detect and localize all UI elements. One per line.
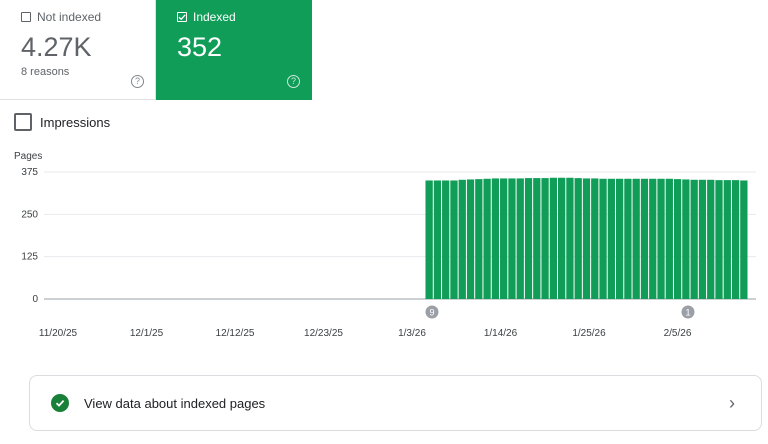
bar[interactable] <box>615 178 624 299</box>
bar[interactable] <box>731 180 740 299</box>
x-tick-label: 2/5/26 <box>664 328 692 339</box>
bar[interactable] <box>591 178 599 299</box>
x-tick-label: 12/1/25 <box>130 328 164 339</box>
y-tick-label: 375 <box>21 167 38 178</box>
bar[interactable] <box>491 178 500 299</box>
annotation-label: 9 <box>429 308 434 318</box>
not-indexed-card[interactable]: Not indexed 4.27K 8 reasons ? <box>0 0 156 100</box>
x-tick-label: 12/12/25 <box>216 328 255 339</box>
bar[interactable] <box>574 178 582 299</box>
bar[interactable] <box>657 178 665 299</box>
bar[interactable] <box>665 178 673 299</box>
bar[interactable] <box>524 178 533 299</box>
bar[interactable] <box>475 179 483 299</box>
indexed-header: Indexed <box>177 10 236 24</box>
check-circle-icon <box>51 394 69 412</box>
not-indexed-header: Not indexed <box>21 10 101 24</box>
bar[interactable] <box>682 179 690 299</box>
bar[interactable] <box>723 180 731 299</box>
bar[interactable] <box>566 177 574 299</box>
not-indexed-value: 4.27K <box>21 32 92 62</box>
bar[interactable] <box>549 177 558 299</box>
bar[interactable] <box>632 178 640 299</box>
bar[interactable] <box>500 178 508 299</box>
annotation-label: 1 <box>685 308 690 318</box>
indexed-pages-chart: 0 125 250 375 11/20/25 12/1/25 12/12/25 12/23/… <box>21 167 756 339</box>
bar[interactable] <box>516 178 524 299</box>
bar[interactable] <box>442 180 450 299</box>
x-tick-label: 1/3/26 <box>398 328 426 339</box>
bar[interactable] <box>607 178 615 299</box>
indexed-checkbox[interactable] <box>177 12 187 22</box>
indexed-card[interactable]: Indexed 352 ? <box>156 0 312 100</box>
bar[interactable] <box>690 179 698 299</box>
x-tick-label: 11/20/25 <box>39 328 78 339</box>
bar[interactable] <box>466 179 475 299</box>
help-icon[interactable]: ? <box>287 75 300 88</box>
not-indexed-checkbox[interactable] <box>21 12 31 22</box>
bar[interactable] <box>425 180 433 299</box>
y-tick-label: 250 <box>21 209 38 220</box>
y-tick-label: 125 <box>21 252 38 263</box>
annotation-marker[interactable]: 1 <box>681 305 695 319</box>
not-indexed-label: Not indexed <box>37 10 102 24</box>
not-indexed-reasons: 8 reasons <box>21 66 70 78</box>
bar[interactable] <box>558 177 566 299</box>
bar[interactable] <box>624 178 632 299</box>
x-tick-label: 1/14/26 <box>484 328 518 339</box>
bar[interactable] <box>508 178 516 299</box>
bar[interactable] <box>582 178 591 299</box>
bar[interactable] <box>599 178 607 299</box>
bar[interactable] <box>649 178 657 299</box>
check-icon <box>178 14 186 21</box>
annotation-marker[interactable]: 9 <box>425 305 439 319</box>
bar[interactable] <box>698 179 707 299</box>
x-tick-label: 1/25/26 <box>572 328 606 339</box>
impressions-toggle[interactable]: Impressions <box>14 113 110 131</box>
x-tick-label: 12/23/25 <box>304 328 343 339</box>
bar[interactable] <box>483 178 491 299</box>
impressions-label: Impressions <box>40 114 111 130</box>
indexed-value: 352 <box>177 32 223 62</box>
bar[interactable] <box>673 179 682 299</box>
chevron-right-icon: › <box>729 392 735 413</box>
bar[interactable] <box>450 180 458 299</box>
help-icon[interactable]: ? <box>131 75 144 88</box>
view-indexed-pages-label: View data about indexed pages <box>84 395 266 411</box>
bar[interactable] <box>541 178 549 299</box>
indexed-label: Indexed <box>193 10 236 24</box>
bar[interactable] <box>640 178 649 299</box>
bar[interactable] <box>458 179 466 299</box>
bar[interactable] <box>715 180 723 299</box>
bar[interactable] <box>533 178 541 299</box>
bar[interactable] <box>740 180 748 299</box>
bar[interactable] <box>707 179 715 299</box>
view-indexed-pages-link[interactable]: View data about indexed pages › <box>29 375 762 431</box>
y-tick-label: 0 <box>32 294 38 305</box>
bar[interactable] <box>433 180 442 299</box>
impressions-checkbox[interactable] <box>14 113 32 131</box>
